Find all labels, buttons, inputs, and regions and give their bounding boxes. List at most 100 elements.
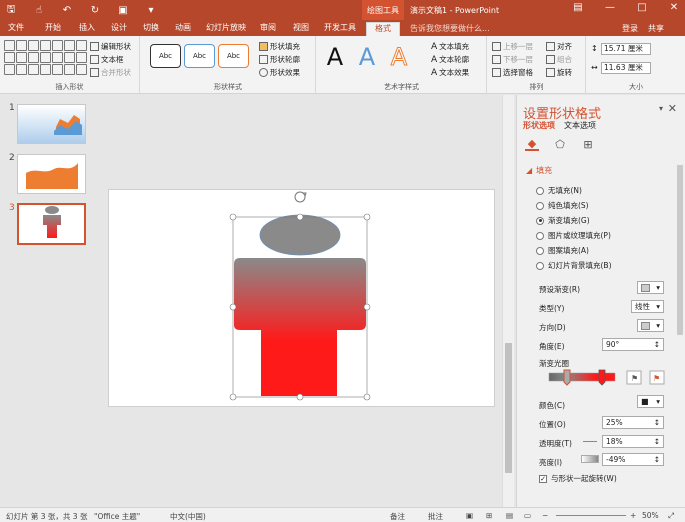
color-dropdown[interactable]: ■ ▾ [637,395,664,408]
transparency-slider[interactable] [583,441,597,442]
bring-forward-button[interactable]: 上移一层 [492,41,533,52]
text-effects-button[interactable]: A 文本效果 [431,67,469,78]
comments-button[interactable]: 批注 [428,511,443,522]
tab-transitions[interactable]: 切换 [143,22,159,36]
body-shape[interactable] [234,258,366,396]
selection-pane-button[interactable]: 选择窗格 [492,67,533,78]
position-input[interactable]: 25% ↕ [602,416,664,429]
tab-design[interactable]: 设计 [111,22,127,36]
maximize-icon[interactable]: □ [635,2,649,13]
shape-style-orange[interactable]: Abc [218,44,249,68]
text-fill-button[interactable]: A 文本填充 [431,41,469,52]
radio-solid-fill[interactable]: 纯色填充(S) [536,200,589,211]
shape-outline-button[interactable]: 形状轮廓 [259,54,300,65]
save-icon[interactable]: 🖫 [4,3,18,17]
pane-close-icon[interactable]: ✕ [668,102,677,115]
wordart-style-outline-orange[interactable]: A [385,42,413,72]
login-link[interactable]: 登录 [622,23,638,34]
shape-style-dark[interactable]: Abc [150,44,181,68]
shape-gallery[interactable] [4,40,87,76]
tab-text-options[interactable]: 文本选项 [564,120,596,131]
pane-options-icon[interactable]: ▾ [659,104,663,113]
tab-slideshow[interactable]: 幻灯片放映 [206,22,246,36]
tab-file[interactable]: 文件 [8,22,24,36]
size-label: 大小 [629,83,643,91]
shape-fill-button[interactable]: 形状填充 [259,41,300,52]
edit-shape-button[interactable]: 编辑形状 [90,41,131,52]
brightness-slider[interactable] [581,455,599,463]
angle-input[interactable]: 90° ↕ [602,338,664,351]
brightness-input[interactable]: -49% ↕ [602,453,664,466]
undo-icon[interactable]: ↶ [60,3,74,17]
rotate-button[interactable]: 旋转 [546,67,572,78]
fill-section-header[interactable]: ◢ 填充 [526,165,552,176]
zoom-level[interactable]: 50% [642,511,659,520]
slide-thumbnail-2[interactable] [17,154,86,194]
shape-style-blue[interactable]: Abc [184,44,215,68]
language-status[interactable]: 中文(中国) [170,511,206,522]
touch-mode-icon[interactable]: ☝ [32,3,46,17]
size-properties-icon[interactable]: ⊞ [581,137,595,151]
tab-insert[interactable]: 插入 [79,22,95,36]
direction-dropdown[interactable]: ▾ [637,319,664,332]
minimize-icon[interactable]: — [603,2,617,13]
radio-no-fill[interactable]: 无填充(N) [536,185,582,196]
slide-thumbnail-1[interactable] [17,104,86,144]
tab-shape-options[interactable]: 形状选项 [523,120,555,131]
pane-scroll-thumb[interactable] [677,165,683,335]
rotate-handle-icon[interactable] [294,191,307,203]
transparency-input[interactable]: 18% ↕ [602,435,664,448]
radio-pattern-fill[interactable]: 图案填充(A) [536,245,589,256]
zoom-in-icon[interactable]: + [630,511,636,520]
slide-editing-area[interactable] [95,95,515,507]
customize-qat-icon[interactable]: ▾ [144,3,158,17]
rotate-with-shape-checkbox[interactable]: ✓ 与形状一起旋转(W) [539,473,617,484]
slideshow-view-icon[interactable]: ▭ [524,511,531,520]
height-input[interactable]: 15.71 厘米 [601,43,651,55]
send-backward-button[interactable]: 下移一层 [492,54,533,65]
type-dropdown[interactable]: 线性 ▾ [631,300,664,313]
preset-gradient-dropdown[interactable]: ▾ [637,281,664,294]
tab-developer[interactable]: 开发工具 [324,22,356,36]
wordart-style-black[interactable]: A [321,42,349,72]
slide-canvas[interactable] [108,189,495,407]
fill-line-icon[interactable]: ◆ [525,137,539,151]
fit-slide-icon[interactable]: ⤢ [668,511,674,521]
radio-gradient-fill[interactable]: 渐变填充(G) [536,215,590,226]
slide-number-1: 1 [9,103,15,113]
effects-pentagon-icon[interactable]: ⬠ [553,137,567,151]
editor-vertical-scrollbar[interactable] [502,95,514,507]
tab-review[interactable]: 审阅 [260,22,276,36]
head-ellipse[interactable] [259,214,341,256]
tab-view[interactable]: 视图 [293,22,309,36]
tell-me-search[interactable]: 告诉我您想要做什么... [410,23,490,34]
merge-shapes-button[interactable]: 合并形状 [90,67,131,78]
text-outline-button[interactable]: A 文本轮廓 [431,54,469,65]
tab-format[interactable]: 格式 [366,22,400,36]
wordart-style-blue[interactable]: A [353,42,381,72]
reading-view-icon[interactable]: ▤ [506,511,513,520]
width-input[interactable]: 11.63 厘米 [601,62,651,74]
zoom-slider[interactable] [556,515,626,516]
share-button[interactable]: 共享 [648,23,664,34]
quick-access-toolbar: 🖫 ☝ ↶ ↻ ▣ ▾ [4,3,158,17]
normal-view-icon[interactable]: ▣ [466,511,473,520]
editor-scroll-thumb[interactable] [505,343,512,473]
shape-effects-button[interactable]: 形状效果 [259,67,300,78]
zoom-out-icon[interactable]: − [542,511,548,520]
text-box-button[interactable]: 文本框 [90,54,124,65]
present-icon[interactable]: ▣ [116,3,130,17]
group-button[interactable]: 组合 [546,54,572,65]
redo-icon[interactable]: ↻ [88,3,102,17]
ribbon-display-icon[interactable]: ▤ [571,2,585,13]
slide-sorter-icon[interactable]: ⊞ [486,511,492,520]
close-icon[interactable]: ✕ [667,2,681,13]
slide-thumbnail-3[interactable] [17,203,86,245]
radio-background-fill[interactable]: 幻灯片背景填充(B) [536,260,612,271]
tab-animations[interactable]: 动画 [175,22,191,36]
gradient-stops-bar[interactable]: ⚑ ⚑ [547,368,685,390]
tab-home[interactable]: 开始 [45,22,61,36]
align-button[interactable]: 对齐 [546,41,572,52]
notes-button[interactable]: 备注 [390,511,405,522]
radio-picture-fill[interactable]: 图片或纹理填充(P) [536,230,611,241]
